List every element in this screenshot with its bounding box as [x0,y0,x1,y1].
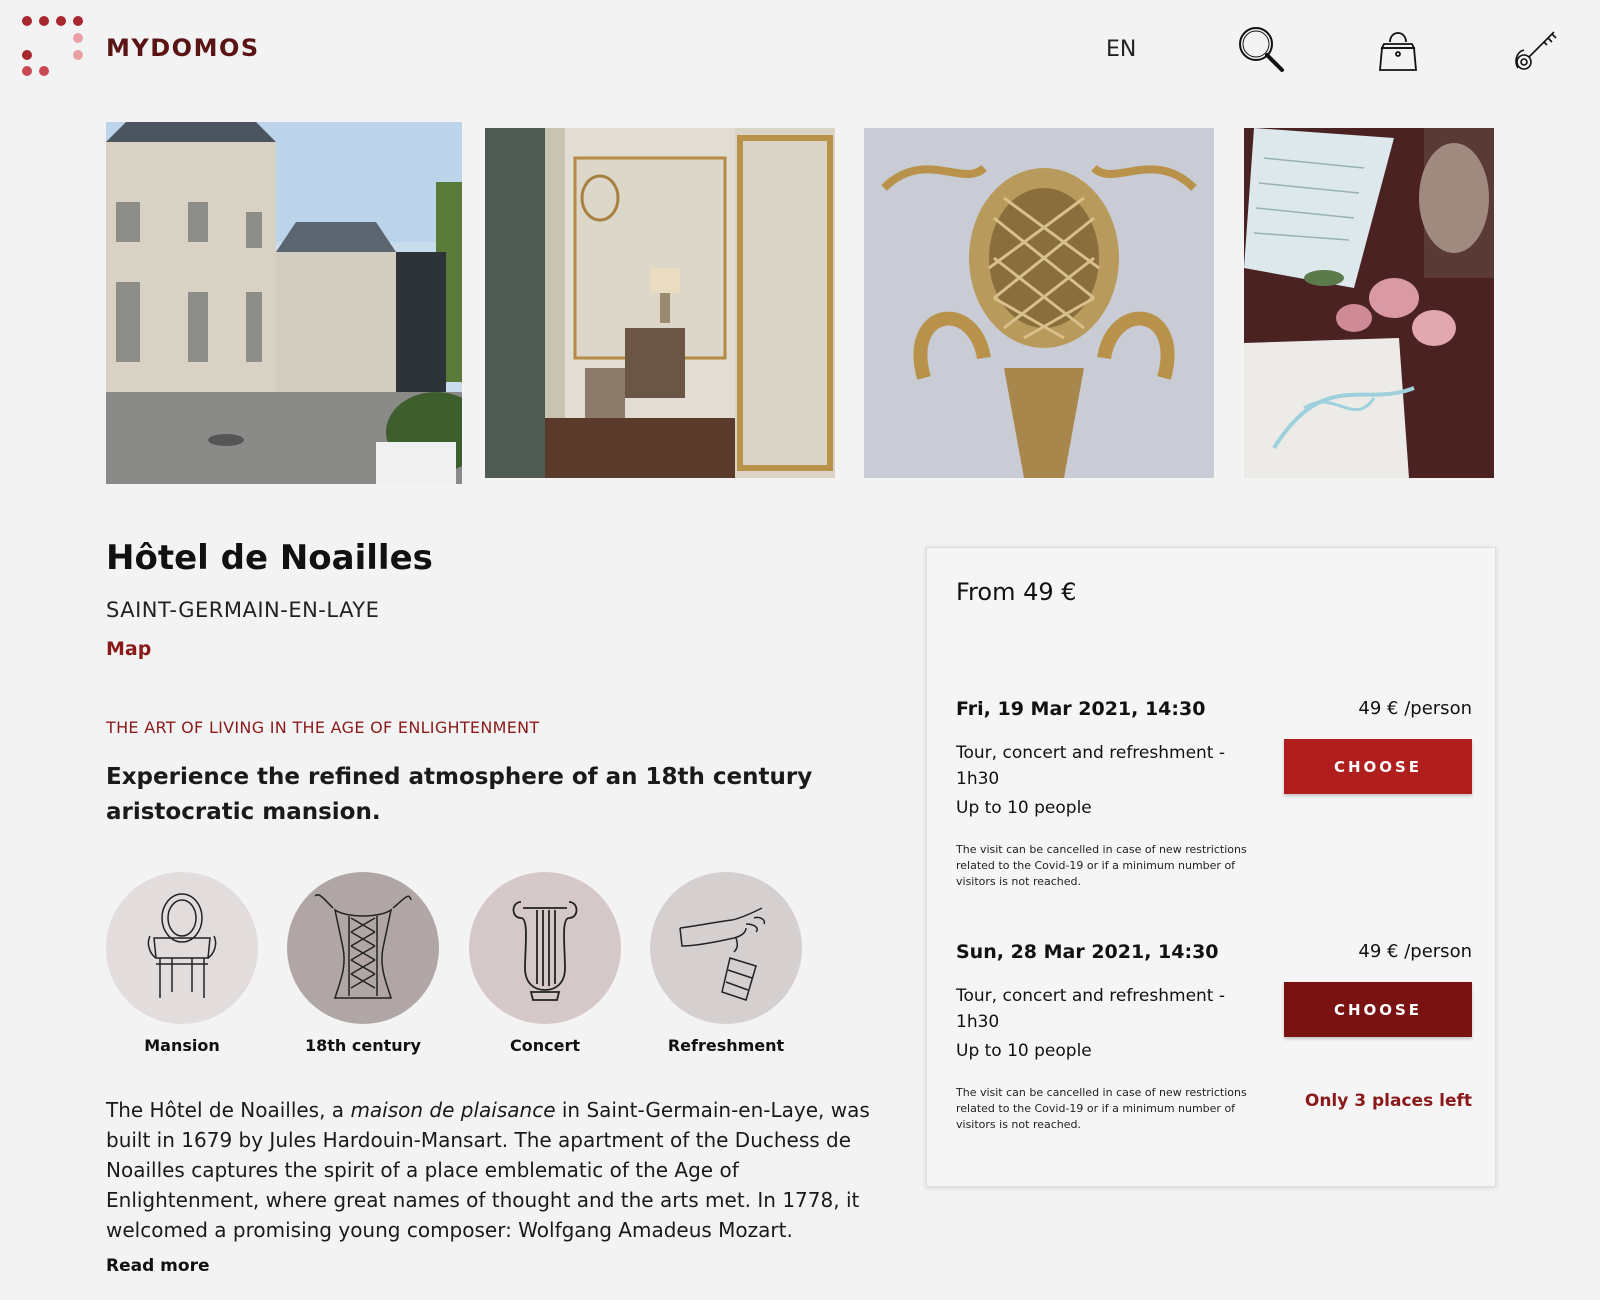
flowers-invitation-photo[interactable] [1244,128,1494,478]
armchair-icon [106,872,258,1024]
slot-price: 49 € /person [1358,698,1472,719]
slot-description: Tour, concert and refreshment - 1h30 [956,986,1226,1032]
slot-date: Fri, 19 Mar 2021, 14:30 [956,698,1206,720]
lead-text: Experience the refined atmosphere of an … [106,764,813,825]
bag-icon[interactable] [1370,22,1426,78]
map-link[interactable]: Map [106,638,151,660]
feature-mansion: Mansion [106,872,258,1055]
feature-label: 18th century [305,1036,421,1055]
feature-concert: Concert [469,872,621,1055]
from-price: From 49 € [956,578,1077,606]
description-italic: maison de plaisance [350,1098,556,1122]
courtyard-photo[interactable] [106,122,462,484]
location-city: SAINT-GERMAIN-EN-LAYE [106,598,380,622]
choose-button[interactable]: CHOOSE [1284,982,1472,1037]
slot-description: Tour, concert and refreshment - 1h30 [956,743,1226,789]
booking-card: From 49 € Fri, 19 Mar 2021, 14:30 49 € /… [926,547,1496,1187]
salon-photo[interactable] [485,128,835,478]
language-selector[interactable]: EN [1106,37,1136,62]
hand-pouring-icon [650,872,802,1024]
feature-18th-century: 18th century [287,872,439,1055]
feature-label: Mansion [144,1036,220,1055]
brand-name[interactable]: MYDOMOS [106,34,260,62]
page-title: Hôtel de Noailles [106,538,433,578]
feature-label: Refreshment [667,1036,785,1055]
slot-cancellation-note: The visit can be cancelled in case of ne… [956,1086,1247,1131]
slot-date: Sun, 28 Mar 2021, 14:30 [956,941,1219,963]
logo-mark[interactable] [20,16,84,80]
search-icon[interactable] [1232,22,1288,78]
tagline: THE ART OF LIVING IN THE AGE OF ENLIGHTE… [106,718,540,737]
slot-cancellation-note: The visit can be cancelled in case of ne… [956,843,1247,888]
feature-label: Concert [510,1036,580,1055]
description: The Hôtel de Noailles, a maison de plais… [106,1098,870,1242]
lyre-icon [469,872,621,1024]
places-left-badge: Only 3 places left [1304,1091,1472,1111]
slot-capacity: Up to 10 people [956,1041,1092,1061]
slot-price: 49 € /person [1358,941,1472,962]
key-icon[interactable] [1510,22,1566,78]
gilded-ornament-photo[interactable] [864,128,1214,478]
corset-icon [287,872,439,1024]
read-more-link[interactable]: Read more [106,1256,210,1276]
choose-button[interactable]: CHOOSE [1284,739,1472,794]
feature-refreshment: Refreshment [650,872,802,1055]
slot-capacity: Up to 10 people [956,798,1092,818]
